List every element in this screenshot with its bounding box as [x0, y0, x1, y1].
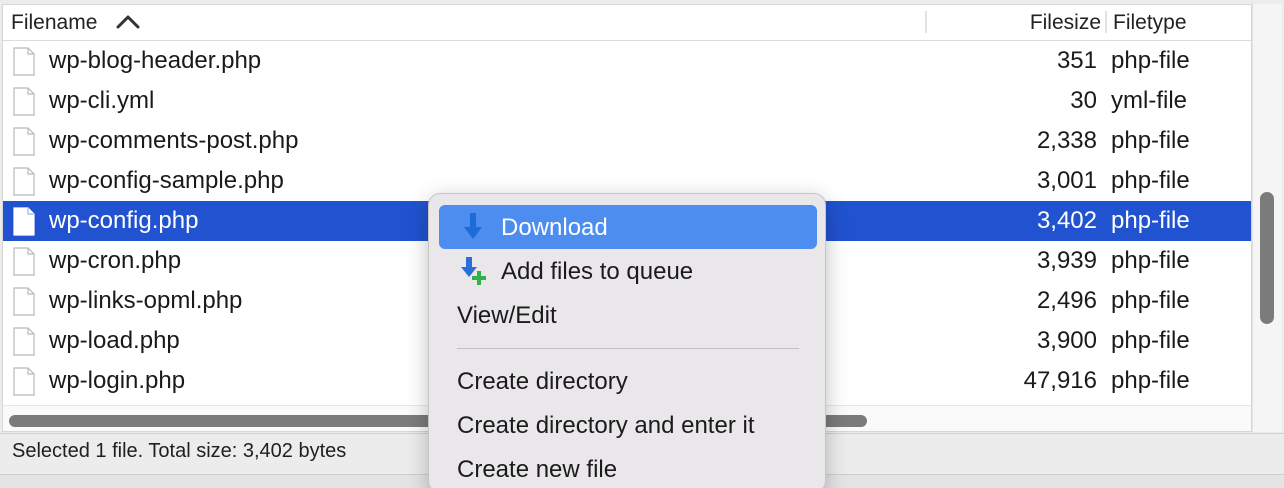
file-name: wp-links-opml.php — [49, 287, 243, 314]
file-size: 2,338 — [1036, 127, 1097, 154]
menu-item-label: Create directory and enter it — [457, 412, 755, 439]
menu-item-view-edit[interactable]: View/Edit — [439, 293, 817, 337]
context-menu: Download Add files to queue View/Edit Cr… — [428, 193, 826, 488]
column-filesize-header[interactable]: Filesize — [1030, 11, 1101, 35]
menu-item-create-directory-enter[interactable]: Create directory and enter it — [439, 403, 817, 447]
document-icon — [13, 207, 35, 236]
file-type: php-file — [1111, 327, 1190, 354]
menu-item-label: Create new file — [457, 456, 618, 483]
file-type: php-file — [1111, 167, 1190, 194]
file-size: 3,900 — [1036, 327, 1097, 354]
menu-item-create-directory[interactable]: Create directory — [439, 359, 817, 403]
file-size: 47,916 — [1023, 367, 1097, 394]
add-to-queue-icon — [461, 257, 486, 285]
file-type: php-file — [1111, 367, 1190, 394]
document-icon — [13, 167, 35, 196]
document-icon — [13, 367, 35, 396]
file-size: 3,402 — [1036, 207, 1097, 234]
file-name: wp-blog-header.php — [49, 47, 262, 74]
sort-ascending-icon — [116, 15, 140, 29]
file-size: 2,496 — [1036, 287, 1097, 314]
column-filetype-header[interactable]: Filetype — [1113, 11, 1187, 35]
menu-item-label: Download — [501, 214, 608, 241]
file-type: php-file — [1111, 127, 1190, 154]
column-header: Filename Filesize Filetype — [3, 5, 1251, 41]
file-row[interactable]: wp-blog-header.php 351 php-file — [3, 41, 1251, 81]
download-arrow-icon — [464, 213, 482, 239]
menu-item-download[interactable]: Download — [439, 205, 817, 249]
menu-item-add-to-queue[interactable]: Add files to queue — [439, 249, 817, 293]
document-icon — [13, 327, 35, 356]
file-size: 30 — [1070, 87, 1097, 114]
menu-item-label: Create directory — [457, 368, 628, 395]
column-divider[interactable] — [925, 11, 927, 33]
file-type: php-file — [1111, 247, 1190, 274]
file-type: php-file — [1111, 207, 1190, 234]
file-type: yml-file — [1111, 87, 1187, 114]
menu-item-label: Add files to queue — [501, 258, 694, 285]
file-name: wp-config-sample.php — [49, 167, 284, 194]
file-row[interactable]: wp-cli.yml 30 yml-file — [3, 81, 1251, 121]
document-icon — [13, 47, 35, 76]
menu-separator — [457, 348, 799, 349]
file-row[interactable]: wp-comments-post.php 2,338 php-file — [3, 121, 1251, 161]
file-name: wp-config.php — [49, 207, 199, 234]
file-size: 3,001 — [1036, 167, 1097, 194]
column-divider[interactable] — [1105, 11, 1107, 33]
file-type: php-file — [1111, 47, 1190, 74]
document-icon — [13, 127, 35, 156]
file-name: wp-load.php — [49, 327, 180, 354]
file-name: wp-login.php — [49, 367, 186, 394]
file-type: php-file — [1111, 287, 1190, 314]
file-name: wp-cron.php — [49, 247, 182, 274]
document-icon — [13, 247, 35, 276]
file-name: wp-cli.yml — [49, 87, 155, 114]
vertical-scrollbar[interactable] — [1252, 4, 1282, 432]
vertical-scrollbar-thumb[interactable] — [1260, 192, 1274, 324]
menu-item-label: View/Edit — [457, 302, 557, 329]
document-icon — [13, 87, 35, 116]
document-icon — [13, 287, 35, 316]
status-text: Selected 1 file. Total size: 3,402 bytes — [12, 440, 347, 462]
file-size: 3,939 — [1036, 247, 1097, 274]
column-filename-header[interactable]: Filename — [11, 11, 97, 35]
file-size: 351 — [1056, 47, 1097, 74]
file-name: wp-comments-post.php — [49, 127, 299, 154]
menu-item-create-new-file[interactable]: Create new file — [439, 447, 817, 488]
